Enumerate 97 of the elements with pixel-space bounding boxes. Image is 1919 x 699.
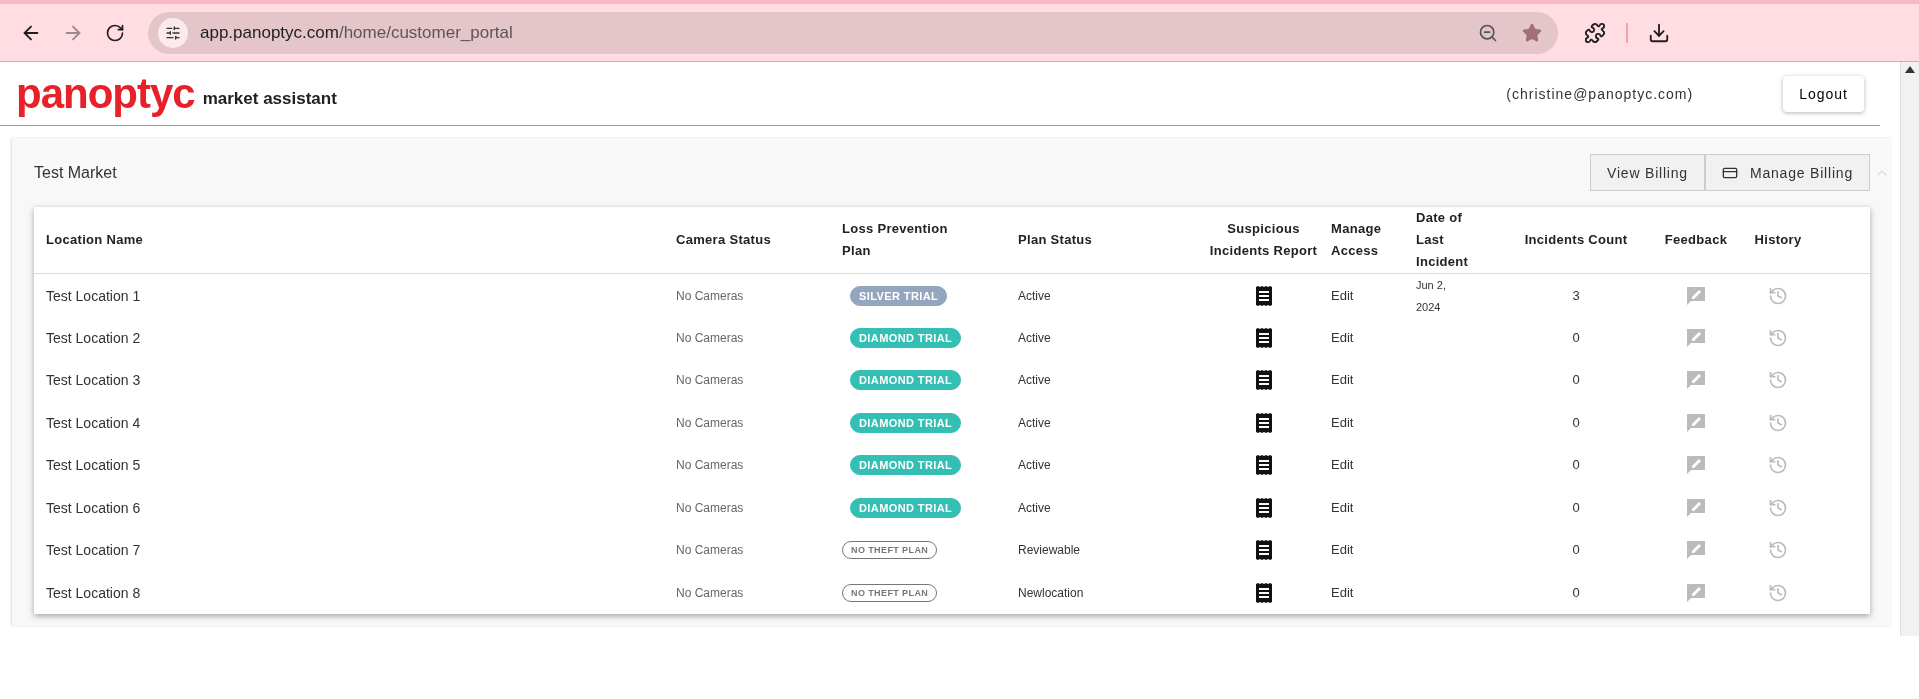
incidents-count: 0	[1571, 498, 1581, 517]
camera-status: No Cameras	[676, 457, 745, 475]
edit-link[interactable]: Edit	[1331, 411, 1416, 434]
location-name: Test Location 1	[46, 287, 142, 306]
location-name: Test Location 8	[46, 583, 142, 603]
location-name: Test Location 3	[46, 371, 142, 391]
edit-link[interactable]: Edit	[1331, 326, 1416, 349]
incidents-count: 0	[1571, 328, 1581, 347]
plan-status: Active	[1018, 457, 1052, 475]
url-host: app.panoptyc.com	[200, 22, 339, 43]
camera-status: No Cameras	[676, 372, 745, 390]
report-icon[interactable]	[1254, 582, 1273, 603]
camera-status: No Cameras	[676, 329, 745, 347]
scroll-up-icon[interactable]	[1905, 66, 1915, 73]
column-header: Feedback	[1663, 231, 1729, 249]
location-name: Test Location 7	[46, 541, 142, 561]
feedback-icon[interactable]	[1685, 581, 1707, 604]
feedback-icon[interactable]	[1685, 454, 1707, 477]
plan-badge: DIAMOND TRIAL	[850, 327, 962, 348]
plan-badge: NO THEFT PLAN	[842, 583, 938, 602]
view-billing-button[interactable]: View Billing	[1590, 154, 1705, 191]
report-icon[interactable]	[1254, 412, 1273, 433]
plan-status: Reviewable	[1018, 542, 1082, 560]
incidents-count: 0	[1571, 456, 1581, 475]
incidents-count: 0	[1571, 413, 1581, 432]
report-icon[interactable]	[1254, 455, 1273, 476]
camera-status: No Cameras	[676, 288, 745, 305]
camera-status: No Cameras	[676, 584, 745, 602]
market-title: Test Market	[34, 163, 117, 182]
report-icon[interactable]	[1254, 540, 1273, 561]
plan-status: Active	[1018, 288, 1052, 305]
edit-link[interactable]: Edit	[1331, 581, 1416, 604]
history-icon[interactable]	[1768, 327, 1788, 348]
history-icon[interactable]	[1768, 455, 1788, 476]
history-icon[interactable]	[1768, 286, 1788, 306]
last-incident-date: Jun 2, 2024	[1416, 278, 1447, 315]
incidents-count: 0	[1571, 371, 1581, 390]
history-icon[interactable]	[1768, 412, 1788, 433]
plan-badge: DIAMOND TRIAL	[850, 455, 962, 476]
location-name: Test Location 5	[46, 456, 142, 476]
column-header: Loss Prevention Plan	[842, 220, 949, 260]
user-email: (christine@panoptyc.com)	[1506, 85, 1694, 102]
column-header: Plan Status	[1018, 231, 1094, 249]
column-header: Date of Last Incident	[1416, 209, 1470, 271]
camera-status: No Cameras	[676, 414, 745, 432]
plan-status: Active	[1018, 329, 1052, 347]
plan-badge: DIAMOND TRIAL	[850, 370, 962, 391]
feedback-icon[interactable]	[1685, 496, 1707, 519]
feedback-icon[interactable]	[1685, 539, 1707, 562]
plan-badge: SILVER TRIAL	[850, 286, 948, 306]
feedback-icon[interactable]	[1685, 411, 1707, 434]
address-bar[interactable]: app.panoptyc.com/home/customer_portal	[148, 11, 1558, 54]
incidents-count: 3	[1571, 287, 1581, 305]
plan-status: Newlocation	[1018, 584, 1085, 602]
plan-status: Active	[1018, 414, 1052, 432]
incidents-count: 0	[1571, 583, 1581, 602]
logout-button[interactable]: Logout	[1783, 75, 1864, 112]
column-header: Incidents Count	[1523, 231, 1629, 249]
report-icon[interactable]	[1254, 497, 1273, 518]
edit-link[interactable]: Edit	[1331, 454, 1416, 477]
manage-billing-button[interactable]: Manage Billing	[1704, 154, 1870, 191]
history-icon[interactable]	[1768, 497, 1788, 518]
edit-link[interactable]: Edit	[1331, 369, 1416, 392]
camera-status: No Cameras	[676, 499, 745, 517]
feedback-icon[interactable]	[1685, 326, 1707, 349]
edit-link[interactable]: Edit	[1331, 539, 1416, 562]
report-icon[interactable]	[1254, 327, 1273, 348]
edit-link[interactable]: Edit	[1331, 285, 1416, 307]
plan-badge: NO THEFT PLAN	[842, 541, 938, 560]
column-header: Location Name	[46, 231, 145, 249]
history-icon[interactable]	[1768, 540, 1788, 561]
site-settings-icon[interactable]	[158, 17, 188, 48]
report-icon[interactable]	[1254, 286, 1273, 306]
bookmark-star-icon[interactable]	[1522, 22, 1542, 43]
zoom-out-icon[interactable]	[1478, 22, 1498, 43]
plan-badge: DIAMOND TRIAL	[850, 497, 962, 518]
column-header: Camera Status	[676, 231, 772, 249]
column-header: Manage Access	[1331, 220, 1383, 260]
camera-status: No Cameras	[676, 542, 745, 560]
location-name: Test Location 4	[46, 413, 142, 433]
report-icon[interactable]	[1254, 370, 1273, 391]
app-subtitle: market assistant	[202, 88, 337, 109]
column-header: Suspicious Incidents Report	[1208, 220, 1319, 260]
history-icon[interactable]	[1768, 370, 1788, 391]
plan-status: Active	[1018, 372, 1052, 390]
location-name: Test Location 2	[46, 328, 142, 348]
history-icon[interactable]	[1768, 582, 1788, 603]
edit-link[interactable]: Edit	[1331, 496, 1416, 519]
location-name: Test Location 6	[46, 498, 142, 518]
url-path: /home/customer_portal	[338, 22, 513, 43]
feedback-icon[interactable]	[1685, 285, 1707, 307]
plan-status: Active	[1018, 499, 1052, 517]
column-header: History	[1753, 231, 1803, 249]
feedback-icon[interactable]	[1685, 369, 1707, 392]
plan-badge: DIAMOND TRIAL	[850, 412, 962, 433]
logo: panoptyc	[16, 72, 195, 115]
incidents-count: 0	[1571, 541, 1581, 560]
